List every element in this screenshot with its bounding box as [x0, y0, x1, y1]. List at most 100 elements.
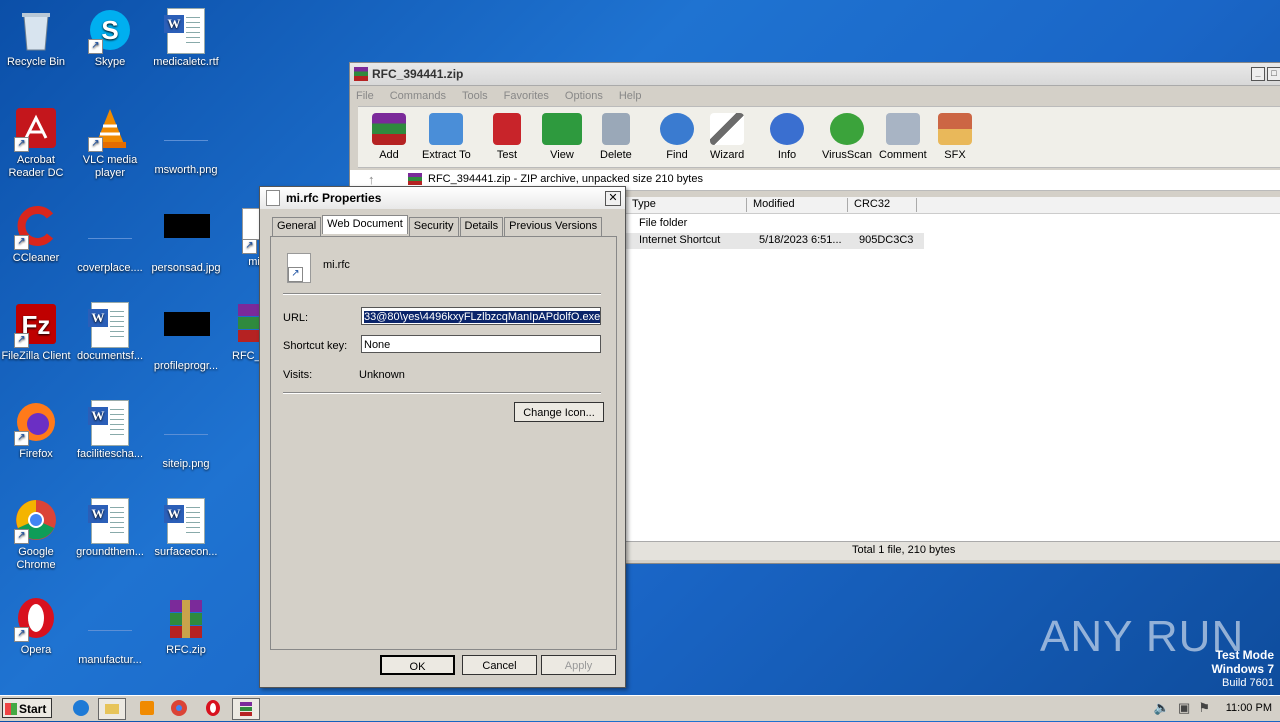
desktop-icon-mi[interactable]: ↗ mi — [222, 204, 264, 269]
desktop-icon-label: siteip.png — [162, 458, 210, 470]
word-document-icon: W — [88, 498, 132, 544]
winrar-menubar: File Commands Tools Favorites Options He… — [350, 86, 1280, 106]
desktop-icon-label: coverplace.... — [77, 262, 143, 274]
desktop-icon-profileprogr[interactable]: profileprogr... — [148, 302, 224, 373]
close-icon[interactable]: ✕ — [605, 191, 621, 206]
winrar-archive-icon — [164, 596, 208, 640]
tab-general[interactable]: General — [272, 217, 322, 236]
toolbar-sfx-button[interactable]: SFX — [938, 113, 972, 161]
apply-button[interactable]: Apply — [541, 655, 616, 675]
explorer-icon[interactable] — [98, 698, 126, 720]
clock[interactable]: 11:00 PM — [1226, 696, 1272, 721]
menu-options[interactable]: Options — [565, 90, 603, 102]
winrar-taskbar-icon[interactable] — [232, 698, 260, 720]
desktop-icon-opera[interactable]: ↗ Opera — [0, 596, 74, 657]
menu-commands[interactable]: Commands — [390, 90, 446, 102]
desktop-icon-vlc[interactable]: ↗ VLC media player — [72, 106, 148, 180]
url-field[interactable]: 33@80\yes\4496kxyFLzlbzcqManIpAPdolfO.ex… — [361, 307, 601, 325]
column-crc32[interactable]: CRC32 — [848, 198, 917, 212]
desktop-icon-rfc-zip[interactable]: RFC.zip — [148, 596, 224, 657]
magnifier-icon — [660, 113, 694, 145]
desktop-icon-firefox[interactable]: ↗ Firefox — [0, 400, 74, 461]
desktop-icon-chrome[interactable]: ↗ Google Chrome — [0, 498, 74, 572]
toolbar-virusscan-button[interactable]: VirusScan — [822, 113, 872, 161]
desktop-icon-groundthem[interactable]: W groundthem... — [72, 498, 148, 559]
visits-value: Unknown — [359, 369, 405, 381]
tab-panel: ↗ mi.rfc URL: 33@80\yes\4496kxyFLzlbzcqM… — [270, 236, 617, 650]
tab-previous-versions[interactable]: Previous Versions — [504, 217, 603, 236]
vlc-icon: ↗ — [88, 106, 132, 152]
desktop-icon-personsad[interactable]: personsad.jpg — [148, 204, 224, 275]
volume-icon[interactable]: 🔈 — [1154, 700, 1170, 716]
menu-help[interactable]: Help — [619, 90, 642, 102]
table-row[interactable]: Internet Shortcut 5/18/2023 6:51... 905D… — [626, 233, 924, 249]
cell-type: File folder — [639, 217, 688, 229]
chrome-taskbar-icon[interactable] — [166, 698, 192, 718]
windows-flag-icon — [5, 703, 17, 715]
toolbar-wizard-button[interactable]: Wizard — [710, 113, 744, 161]
network-icon[interactable]: ▣ — [1178, 700, 1190, 716]
menu-tools[interactable]: Tools — [462, 90, 488, 102]
start-button[interactable]: Start — [2, 698, 52, 718]
cancel-button[interactable]: Cancel — [462, 655, 537, 675]
toolbar-test-button[interactable]: Test — [493, 113, 521, 161]
desktop-icon-documentsf[interactable]: W documentsf... — [72, 302, 148, 363]
properties-dialog[interactable]: mi.rfc Properties ✕ General Web Document… — [259, 186, 626, 688]
cell-crc: 905DC3C3 — [859, 234, 914, 246]
desktop-icon-label: Opera — [20, 644, 52, 656]
toolbar-comment-button[interactable]: Comment — [879, 113, 927, 161]
file-list[interactable]: Type Modified CRC32 File folder Internet… — [626, 197, 1280, 541]
winrar-toolbar: Add Extract To Test View Delete Find Wiz… — [358, 106, 1280, 168]
desktop-icon-manufactur[interactable]: manufactur... — [72, 596, 148, 667]
up-arrow-icon[interactable]: ↑ — [368, 172, 375, 187]
toolbar-find-button[interactable]: Find — [660, 113, 694, 161]
change-icon-button[interactable]: Change Icon... — [514, 402, 604, 422]
ccleaner-icon: ↗ — [14, 204, 58, 250]
archive-icon — [408, 173, 422, 185]
table-row[interactable]: File folder — [626, 216, 926, 232]
toolbar-delete-button[interactable]: Delete — [600, 113, 632, 161]
column-type[interactable]: Type — [626, 198, 747, 212]
ie-icon[interactable] — [68, 698, 94, 718]
desktop-icon-surfacecon[interactable]: W surfacecon... — [148, 498, 224, 559]
flag-icon[interactable]: ⚑ — [1198, 700, 1210, 716]
menu-file[interactable]: File — [356, 90, 374, 102]
desktop-icon-acrobat[interactable]: ↗ Acrobat Reader DC — [0, 106, 74, 180]
shortcut-key-label: Shortcut key: — [283, 340, 348, 352]
desktop-icon-rfc3[interactable]: RFC_3 — [222, 302, 267, 363]
shortcut-key-field[interactable]: None — [361, 335, 601, 353]
desktop-icon-ccleaner[interactable]: ↗ CCleaner — [0, 204, 74, 265]
winrar-title-bar[interactable]: RFC_394441.zip _ □ — [350, 63, 1280, 86]
cell-modified: 5/18/2023 6:51... — [759, 234, 842, 246]
desktop-icon-coverplace[interactable]: coverplace.... — [72, 204, 148, 275]
divider — [283, 392, 601, 394]
maximize-icon[interactable]: □ — [1267, 67, 1280, 81]
media-player-icon[interactable] — [134, 698, 160, 718]
tab-web-document[interactable]: Web Document — [322, 215, 408, 234]
desktop-icon-skype[interactable]: S ↗ Skype — [72, 8, 148, 69]
minimize-icon[interactable]: _ — [1251, 67, 1265, 81]
desktop-icon-label: msworth.png — [154, 164, 218, 176]
column-modified[interactable]: Modified — [747, 198, 848, 212]
desktop-icon-siteip[interactable]: siteip.png — [148, 400, 224, 471]
url-label: URL: — [283, 312, 309, 324]
internet-shortcut-icon: ↗ — [287, 253, 311, 283]
svg-text:S: S — [101, 15, 118, 45]
dialog-title-bar[interactable]: mi.rfc Properties — [260, 187, 625, 209]
tab-details[interactable]: Details — [459, 217, 504, 236]
opera-taskbar-icon[interactable] — [200, 698, 226, 718]
toolbar-info-button[interactable]: Info — [770, 113, 804, 161]
desktop-icon-msworth[interactable]: msworth.png — [148, 106, 224, 177]
tab-security[interactable]: Security — [408, 217, 459, 236]
desktop-icon-filezilla[interactable]: Fz ↗ FileZilla Client — [0, 302, 74, 363]
desktop-icon-label: medicaletc.rtf — [153, 56, 219, 68]
desktop-icon-medicaletc[interactable]: W medicaletc.rtf — [148, 8, 224, 69]
toolbar-add-button[interactable]: Add — [372, 113, 406, 161]
ok-button[interactable]: OK — [380, 655, 455, 675]
desktop-icon-label: mi — [248, 256, 260, 268]
toolbar-extract-button[interactable]: Extract To — [422, 113, 471, 161]
menu-favorites[interactable]: Favorites — [504, 90, 549, 102]
desktop-icon-facilitiescha[interactable]: W facilitiescha... — [72, 400, 148, 461]
toolbar-view-button[interactable]: View — [542, 113, 582, 161]
desktop-icon-recycle-bin[interactable]: Recycle Bin — [0, 8, 74, 69]
